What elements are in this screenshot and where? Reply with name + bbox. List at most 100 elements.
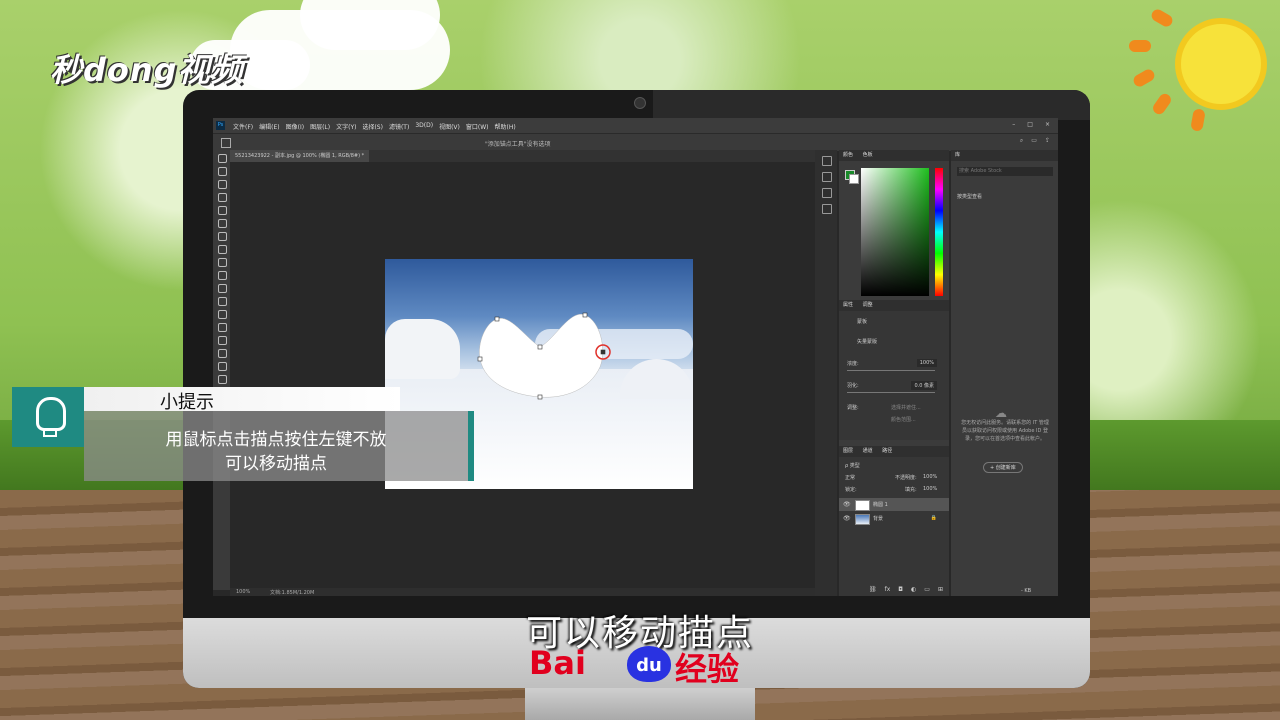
eyedropper-tool-icon[interactable] (218, 219, 227, 228)
layer-thumbnail (855, 514, 870, 525)
document-tab[interactable]: 55213423922 - 副本.jpg @ 100% (椭圆 1, RGB/8… (230, 150, 370, 162)
search-icon[interactable]: ⌕ (1020, 137, 1023, 145)
layer-row-background[interactable]: 👁 背景 🔒 (839, 512, 949, 525)
new-layer-icon[interactable]: ⊞ (938, 586, 943, 593)
feather-slider[interactable] (847, 392, 935, 393)
menu-help[interactable]: 帮助(H) (495, 122, 516, 131)
tab-adjustments[interactable]: 调整 (863, 302, 873, 308)
menu-window[interactable]: 窗口(W) (466, 122, 489, 131)
fill-value[interactable]: 100% (923, 486, 937, 492)
minimize-button[interactable]: – (1012, 121, 1015, 128)
tab-libraries[interactable]: 库 (955, 152, 960, 158)
mask-icon[interactable]: ◘ (898, 586, 903, 593)
stamp-tool-icon[interactable] (218, 258, 227, 267)
tab-layers[interactable]: 图层 (843, 448, 853, 454)
eye-icon[interactable]: 👁 (843, 515, 851, 522)
libraries-column: 库 搜索 Adobe Stock 按类型查看 ☁ 您无权访问此服务。请联系您的 … (951, 150, 1058, 596)
photoshop-app-icon[interactable]: Ps (216, 121, 225, 130)
menu-edit[interactable]: 编辑(E) (259, 122, 279, 131)
tab-properties[interactable]: 属性 (843, 302, 853, 308)
character-icon[interactable] (822, 188, 832, 198)
history-icon[interactable] (822, 156, 832, 166)
menu-file[interactable]: 文件(F) (233, 122, 253, 131)
eraser-tool-icon[interactable] (218, 284, 227, 293)
paragraph-icon[interactable] (822, 204, 832, 214)
lasso-tool-icon[interactable] (218, 180, 227, 189)
move-tool-icon[interactable] (218, 154, 227, 163)
menu-image[interactable]: 图像(I) (286, 122, 304, 131)
layer-row-ellipse[interactable]: 👁 椭圆 1 (839, 498, 949, 511)
layers-footer: ⛓ fx ◘ ◐ ▭ ⊞ 🗑 (869, 586, 959, 593)
gradient-tool-icon[interactable] (218, 297, 227, 306)
anchor-point[interactable] (477, 356, 483, 362)
tab-color[interactable]: 颜色 (843, 152, 853, 158)
share-icon[interactable]: ⇪ (1045, 137, 1050, 145)
maximize-button[interactable]: □ (1027, 121, 1033, 128)
library-size: - KB (1021, 588, 1032, 594)
status-zoom[interactable]: 100% (236, 589, 250, 595)
color-range-button[interactable]: 颜色范围... (891, 416, 916, 423)
tab-swatches[interactable]: 色板 (863, 152, 873, 158)
menu-filter[interactable]: 滤镜(T) (389, 122, 409, 131)
library-message: 您无权访问此服务。请联系您的 IT 管理员以获取访问权限或使用 Adobe ID… (961, 420, 1049, 442)
menu-3d[interactable]: 3D(D) (415, 122, 433, 131)
eye-icon[interactable]: 👁 (843, 501, 851, 508)
feather-value[interactable]: 0.0 像素 (911, 381, 937, 390)
link-icon[interactable]: ⛓ (869, 586, 877, 593)
blur-tool-icon[interactable] (218, 310, 227, 319)
healing-tool-icon[interactable] (218, 232, 227, 241)
workspace-icon[interactable]: ▭ (1031, 137, 1037, 145)
adjustment-icon[interactable]: ◐ (911, 586, 916, 593)
density-slider[interactable] (847, 370, 935, 371)
close-button[interactable]: × (1045, 121, 1050, 128)
type-tool-icon[interactable] (218, 349, 227, 358)
tab-paths[interactable]: 路径 (882, 448, 892, 454)
magic-wand-tool-icon[interactable] (218, 193, 227, 202)
menu-type[interactable]: 文字(Y) (336, 122, 356, 131)
brush-settings-icon[interactable] (822, 172, 832, 182)
canvas-area[interactable] (230, 162, 815, 588)
blend-mode-select[interactable]: 正常 (845, 474, 855, 481)
opacity-value[interactable]: 100% (923, 474, 937, 480)
lock-icon: 🔒 (930, 515, 937, 521)
crop-tool-icon[interactable] (218, 206, 227, 215)
marquee-tool-icon[interactable] (218, 167, 227, 176)
menu-layer[interactable]: 图层(L) (310, 122, 330, 131)
pen-tool-icon[interactable] (218, 336, 227, 345)
menu-select[interactable]: 选择(S) (362, 122, 383, 131)
dodge-tool-icon[interactable] (218, 323, 227, 332)
anchor-point[interactable] (537, 394, 543, 400)
create-library-button[interactable]: + 创建新库 (983, 462, 1023, 473)
layer-name: 背景 (873, 516, 884, 522)
vector-mask-label: 矢量蒙版 (857, 339, 878, 345)
menu-list: 文件(F) 编辑(E) 图像(I) 图层(L) 文字(Y) 选择(S) 滤镜(T… (233, 122, 516, 131)
hue-slider[interactable] (935, 168, 943, 296)
folder-icon[interactable]: ▭ (924, 586, 930, 593)
baidu-logo-bai: Bai (529, 644, 586, 682)
fx-icon[interactable]: fx (885, 586, 891, 593)
history-brush-tool-icon[interactable] (218, 271, 227, 280)
menu-view[interactable]: 视图(V) (439, 122, 460, 131)
feather-label: 羽化: (847, 383, 859, 389)
tip-accent-bar (468, 411, 474, 481)
tab-channels[interactable]: 通道 (863, 448, 873, 454)
anchor-point[interactable] (582, 312, 588, 318)
pen-tool-icon[interactable] (221, 138, 231, 148)
shape-tool-icon[interactable] (218, 375, 227, 384)
brush-tool-icon[interactable] (218, 245, 227, 254)
color-field[interactable] (861, 168, 929, 296)
density-value[interactable]: 100% (916, 359, 937, 367)
sun-ray (1129, 40, 1151, 52)
path-select-tool-icon[interactable] (218, 362, 227, 371)
select-mask-button[interactable]: 选择并遮住... (891, 404, 921, 411)
ellipse-path[interactable] (479, 314, 603, 398)
anchor-point-selected[interactable] (600, 349, 606, 355)
anchor-point[interactable] (494, 316, 500, 322)
background-swatch[interactable] (849, 174, 859, 184)
opacity-label: 不透明度: (895, 475, 917, 481)
library-filter[interactable]: 按类型查看 (957, 193, 982, 200)
library-search-input[interactable]: 搜索 Adobe Stock (957, 167, 1053, 176)
anchor-point[interactable] (537, 344, 543, 350)
layer-thumbnail (855, 500, 870, 511)
layer-filter[interactable]: ρ 类型 (845, 462, 860, 469)
